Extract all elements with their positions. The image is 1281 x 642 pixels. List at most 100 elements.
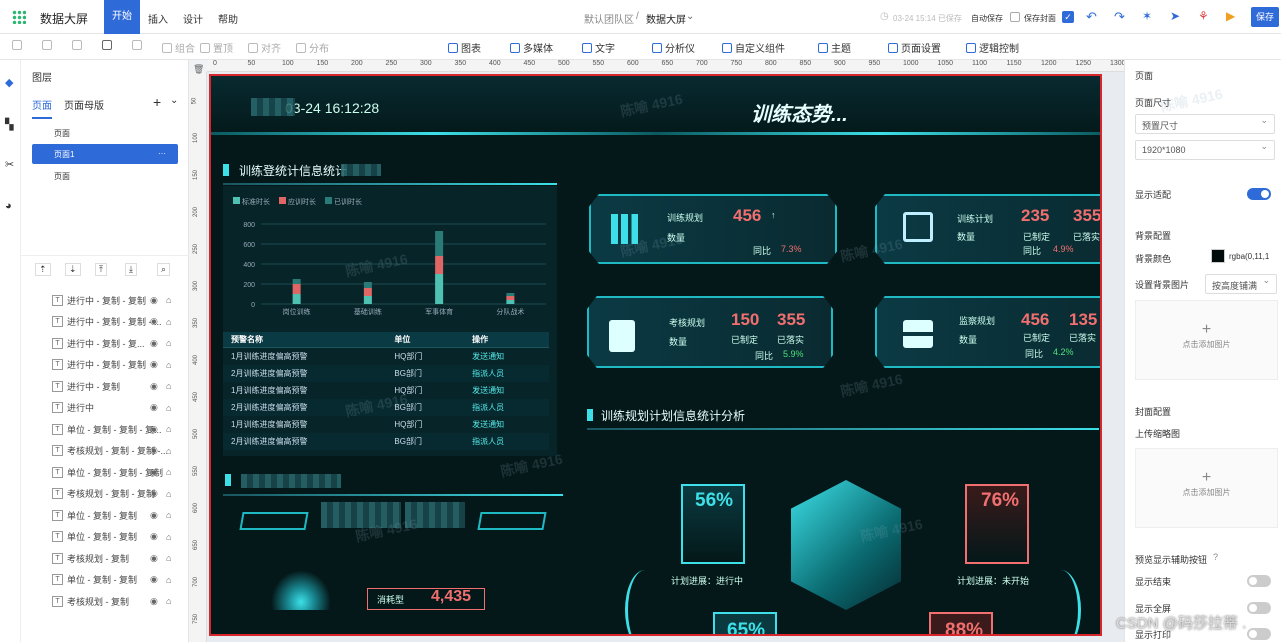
lock-icon[interactable]: ⌂ [166, 489, 171, 499]
save-button[interactable]: 保存 [1251, 7, 1279, 27]
layer-item[interactable]: T 进行中 - 复制 - 复制 ◉ ⌂ [52, 355, 202, 375]
move-down-icon[interactable]: ⇣ [65, 263, 81, 276]
eye-icon[interactable]: ◉ [150, 488, 158, 499]
layers-icon[interactable]: ◆ [5, 76, 13, 89]
show-end-toggle[interactable] [1247, 575, 1271, 587]
menu-insert[interactable]: 插入 [148, 11, 168, 26]
undo-icon[interactable]: ↶ [1086, 9, 1097, 25]
eye-icon[interactable]: ◉ [150, 424, 158, 435]
tool-page-settings[interactable]: 页面设置 [888, 40, 941, 55]
lock-icon[interactable]: ⌂ [166, 467, 171, 477]
trash-icon[interactable]: 🗑 [193, 64, 204, 75]
menu-start[interactable]: 开始 [104, 0, 140, 34]
lock-icon[interactable]: ⌂ [166, 295, 171, 305]
show-full-toggle[interactable] [1247, 602, 1271, 614]
layer-item[interactable]: T 考核规划 - 复制 - 复制 -... ◉ ⌂ [52, 441, 202, 461]
dashboard-screen[interactable]: 03-24 16:12:28 训练态势... 训练登统计信息统计 800 600 4… [209, 74, 1102, 636]
thumb-upload-area[interactable]: + 点击添加图片 [1135, 448, 1278, 528]
eye-icon[interactable]: ◉ [150, 531, 158, 542]
eye-icon[interactable]: ◉ [150, 338, 158, 349]
tool-group[interactable]: 组合 [162, 40, 195, 55]
help-icon[interactable]: ? [1213, 552, 1218, 562]
layer-item[interactable]: T 单位 - 复制 - 复制 ◉ ⌂ [52, 527, 202, 547]
lock-icon[interactable]: ⌂ [166, 510, 171, 520]
chevron-down-icon[interactable]: ⌄ [170, 95, 178, 106]
tool-distribute[interactable]: 分布 [296, 40, 329, 55]
bg-upload-area[interactable]: + 点击添加图片 [1135, 300, 1278, 380]
layer-item[interactable]: T 单位 - 复制 - 复制 - 复... ◉ ⌂ [52, 419, 202, 439]
eye-icon[interactable]: ◉ [150, 467, 158, 478]
lock-icon[interactable]: ⌂ [166, 553, 171, 563]
breadcrumb-page[interactable]: 数据大屏 [646, 11, 686, 26]
eye-icon[interactable]: ◉ [150, 574, 158, 585]
tool-chart[interactable]: 图表 [448, 40, 481, 55]
breadcrumb-team[interactable]: 默认团队区 [584, 11, 634, 26]
eye-icon[interactable]: ◉ [150, 316, 158, 327]
checked-icon[interactable]: ✓ [1062, 11, 1074, 23]
fit-toggle[interactable] [1247, 188, 1271, 200]
lock-icon[interactable]: ⌂ [166, 424, 171, 434]
layer-item[interactable]: T 进行中 - 复制 ◉ ⌂ [52, 376, 202, 396]
search-icon[interactable]: ⌕ [157, 263, 171, 276]
bg-color-swatch[interactable] [1211, 249, 1225, 263]
layer-item[interactable]: T 考核规划 - 复制 ◉ ⌂ [52, 591, 202, 611]
eye-icon[interactable]: ◉ [150, 445, 158, 456]
layer-item[interactable]: T 单位 - 复制 - 复制 ◉ ⌂ [52, 570, 202, 590]
menu-design[interactable]: 设计 [183, 11, 203, 26]
chevron-down-icon[interactable]: ⌄ [686, 11, 694, 22]
tool-text[interactable]: 文字 [582, 40, 615, 55]
layer-item[interactable]: T 进行中 - 复制 - 复... ◉ ⌂ [52, 333, 202, 353]
page-item-active[interactable]: 页面1 ··· [32, 144, 178, 164]
to-bottom-icon[interactable]: ⤓ [125, 263, 137, 276]
eye-icon[interactable]: ◉ [150, 295, 158, 306]
lock-icon[interactable]: ⌂ [166, 446, 171, 456]
move-up-icon[interactable]: ⇡ [35, 263, 51, 276]
tool-custom[interactable]: 自定义组件 [722, 40, 785, 55]
save-cover-checkbox[interactable] [1010, 12, 1020, 22]
eraser-icon[interactable] [72, 40, 82, 50]
lock-icon[interactable]: ⌂ [166, 381, 171, 391]
theme-icon[interactable]: ◕ [5, 200, 12, 212]
play-icon[interactable]: ▶ [1226, 9, 1235, 23]
menu-help[interactable]: 帮助 [218, 11, 238, 26]
eye-icon[interactable]: ◉ [150, 359, 158, 370]
preview-icon[interactable]: ✶ [1142, 9, 1152, 23]
eye-icon[interactable]: ◉ [150, 381, 158, 392]
apps-grid-icon[interactable] [12, 10, 26, 24]
layer-item[interactable]: T 考核规划 - 复制 - 复制 ◉ ⌂ [52, 484, 202, 504]
tools-icon[interactable]: ✂ [5, 158, 14, 171]
lock-icon[interactable]: ⌂ [166, 596, 171, 606]
redo-icon[interactable]: ↷ [1114, 9, 1125, 25]
format-icon[interactable] [102, 40, 112, 50]
components-icon[interactable]: ▚ [5, 118, 13, 131]
size-preset-select[interactable]: 预置尺寸 [1135, 114, 1275, 134]
lock-icon[interactable]: ⌂ [166, 532, 171, 542]
bg-mode-select[interactable]: 按高度铺满 [1205, 274, 1277, 294]
to-top-icon[interactable]: ⤒ [95, 263, 107, 276]
tool-logic[interactable]: 逻辑控制 [966, 40, 1019, 55]
share-icon[interactable]: ➤ [1170, 9, 1180, 23]
copy-icon[interactable] [12, 40, 22, 50]
page-item[interactable]: 页面 [54, 128, 70, 139]
tool-analyzer[interactable]: 分析仪 [652, 40, 695, 55]
flow-icon[interactable]: ⚘ [1198, 9, 1209, 23]
layer-item[interactable]: T 进行中 - 复制 - 复制 ◉ ⌂ [52, 290, 202, 310]
more-icon[interactable]: ··· [158, 149, 166, 158]
lock-icon[interactable]: ⌂ [166, 338, 171, 348]
eye-icon[interactable]: ◉ [150, 402, 158, 413]
tool-theme[interactable]: 主题 [818, 40, 851, 55]
layer-item[interactable]: T 进行中 - 复制 - 复制 - ... ◉ ⌂ [52, 312, 202, 332]
lock-tb-icon[interactable] [132, 40, 142, 50]
tool-media[interactable]: 多媒体 [510, 40, 553, 55]
lock-icon[interactable]: ⌂ [166, 575, 171, 585]
eye-icon[interactable]: ◉ [150, 596, 158, 607]
layer-item[interactable]: T 进行中 ◉ ⌂ [52, 398, 202, 418]
tool-align[interactable]: 对齐 [248, 40, 281, 55]
size-value-select[interactable]: 1920*1080 [1135, 140, 1275, 160]
layer-item[interactable]: T 单位 - 复制 - 复制 ◉ ⌂ [52, 505, 202, 525]
lock-icon[interactable]: ⌂ [166, 360, 171, 370]
lock-icon[interactable]: ⌂ [166, 403, 171, 413]
tab-master[interactable]: 页面母版 [64, 97, 104, 112]
eye-icon[interactable]: ◉ [150, 510, 158, 521]
delete-icon[interactable] [42, 40, 52, 50]
